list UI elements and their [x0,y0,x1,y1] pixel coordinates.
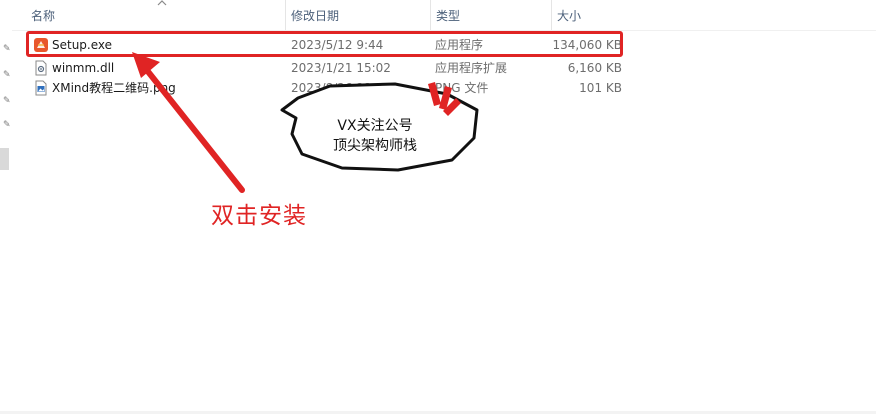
speech-bubble-text: VX关注公号 顶尖架构师栈 [310,116,440,156]
install-instruction: 双击安装 [211,203,307,229]
bubble-line-1: VX关注公号 [337,118,413,134]
arrow-icon [132,52,245,193]
annotation-overlay [132,52,479,193]
bubble-line-2: 顶尖架构师栈 [333,138,417,154]
